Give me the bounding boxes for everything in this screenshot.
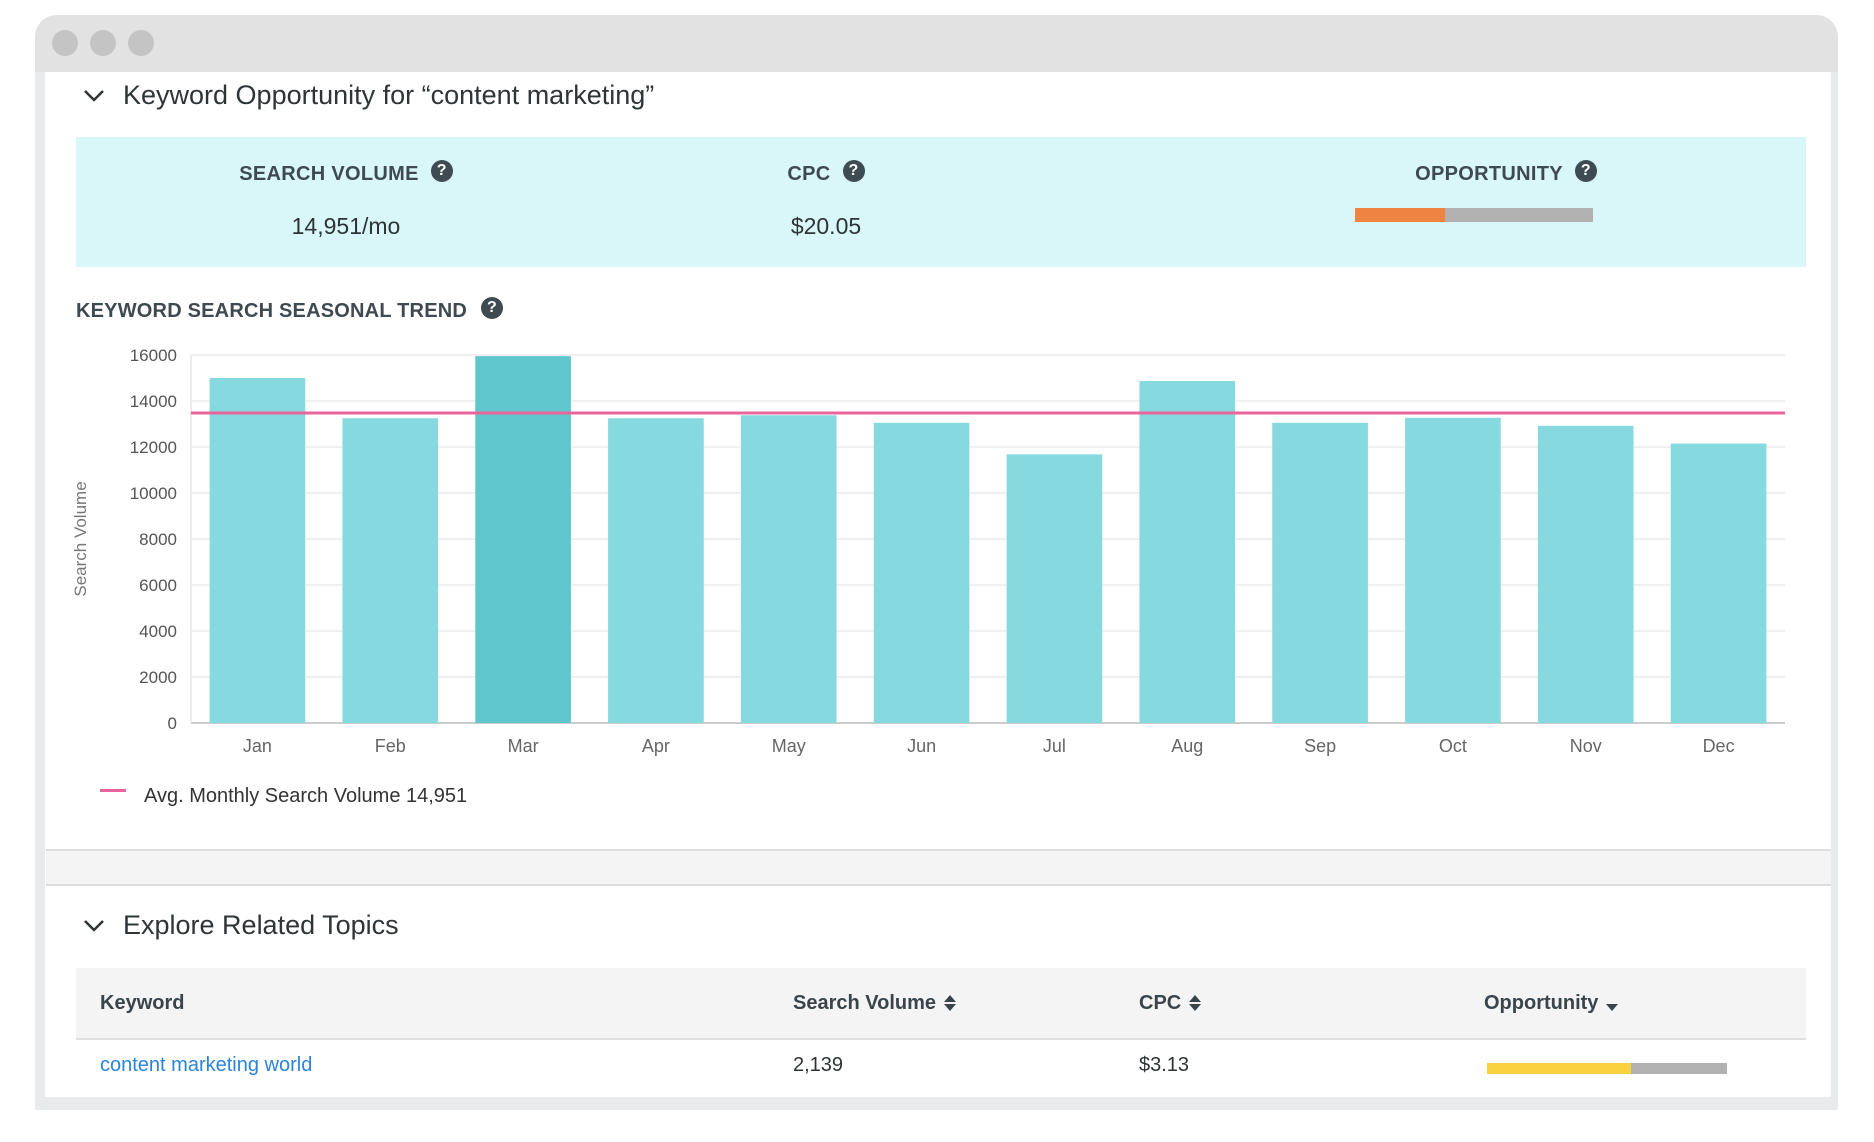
column-header-keyword[interactable]: Keyword [100, 968, 184, 1038]
bar-jun[interactable] [873, 422, 970, 723]
legend-value: 14,951 [406, 785, 468, 807]
y-tick-label: 10000 [130, 484, 177, 503]
bar-dec[interactable] [1670, 443, 1767, 723]
x-tick-label: Dec [1703, 736, 1735, 756]
bar-apr[interactable] [608, 418, 704, 723]
x-tick-label: Jul [1043, 736, 1066, 756]
x-tick-label: Feb [375, 736, 406, 756]
bar-feb[interactable] [342, 418, 439, 723]
y-tick-label: 14000 [130, 392, 177, 411]
section-divider [46, 849, 1831, 886]
close-dot[interactable] [52, 30, 78, 56]
x-tick-label: Sep [1304, 736, 1336, 756]
keyword-link[interactable]: content marketing world [100, 1054, 312, 1077]
column-label: CPC [1139, 991, 1182, 1014]
x-tick-label: Mar [508, 736, 539, 756]
bar-nov[interactable] [1537, 425, 1634, 723]
x-tick-label: Jan [243, 736, 272, 756]
sort-both-icon[interactable] [1189, 995, 1202, 1011]
table-row: content marketing world 2,139 $3.13 [76, 1040, 1806, 1097]
bar-jul[interactable] [1006, 454, 1103, 723]
y-tick-label: 8000 [139, 530, 177, 549]
bar-sep[interactable] [1272, 422, 1368, 723]
column-header-cpc[interactable]: CPC [1139, 968, 1202, 1038]
cpc-cell: $3.13 [1139, 1054, 1190, 1076]
column-label: Search Volume [793, 991, 937, 1014]
y-tick-label: 16000 [130, 346, 177, 365]
minimize-dot[interactable] [90, 30, 116, 56]
related-section-toggle[interactable]: Explore Related Topics [83, 910, 399, 941]
column-header-search-volume[interactable]: Search Volume [793, 968, 957, 1038]
related-section-title: Explore Related Topics [123, 910, 399, 940]
chevron-down-icon [84, 919, 104, 932]
chart-legend: Avg. Monthly Search Volume 14,951 [100, 785, 467, 808]
column-header-opportunity[interactable]: Opportunity [1484, 968, 1619, 1038]
related-table-header: Keyword Search Volume CPC Opportunity [76, 968, 1806, 1040]
y-tick-label: 2000 [139, 668, 177, 687]
x-tick-label: Jun [907, 736, 936, 756]
y-tick-label: 12000 [130, 438, 177, 457]
opportunity-bar-fill [1487, 1063, 1631, 1074]
maximize-dot[interactable] [128, 30, 154, 56]
x-tick-label: Oct [1439, 736, 1467, 756]
page-content: Keyword Opportunity for “content marketi… [45, 72, 1831, 1097]
column-label: Keyword [100, 991, 185, 1014]
sort-both-icon[interactable] [944, 995, 957, 1011]
bar-may[interactable] [740, 415, 837, 723]
y-axis-label: Search Volume [71, 481, 90, 596]
y-tick-label: 6000 [139, 576, 177, 595]
y-tick-label: 0 [168, 714, 177, 733]
x-tick-label: May [772, 736, 806, 756]
y-tick-label: 4000 [139, 622, 177, 641]
search-volume-cell: 2,139 [793, 1054, 844, 1076]
legend-swatch-avg-line [100, 789, 126, 792]
x-tick-label: Nov [1570, 736, 1602, 756]
x-tick-label: Apr [642, 736, 670, 756]
column-label: Opportunity [1484, 991, 1599, 1014]
bar-aug[interactable] [1139, 380, 1236, 723]
bar-oct[interactable] [1405, 417, 1501, 723]
window-titlebar [35, 15, 1838, 72]
x-tick-label: Aug [1171, 736, 1203, 756]
legend-label: Avg. Monthly Search Volume [144, 785, 401, 807]
seasonal-trend-chart: 0 2000 4000 6000 8000 10000 12000 14000 16000 Sea… [71, 346, 1785, 756]
bar-mar[interactable] [475, 356, 571, 723]
bar-jan[interactable] [209, 378, 306, 723]
opportunity-bar [1487, 1063, 1727, 1074]
sort-desc-icon[interactable] [1606, 1003, 1619, 1011]
